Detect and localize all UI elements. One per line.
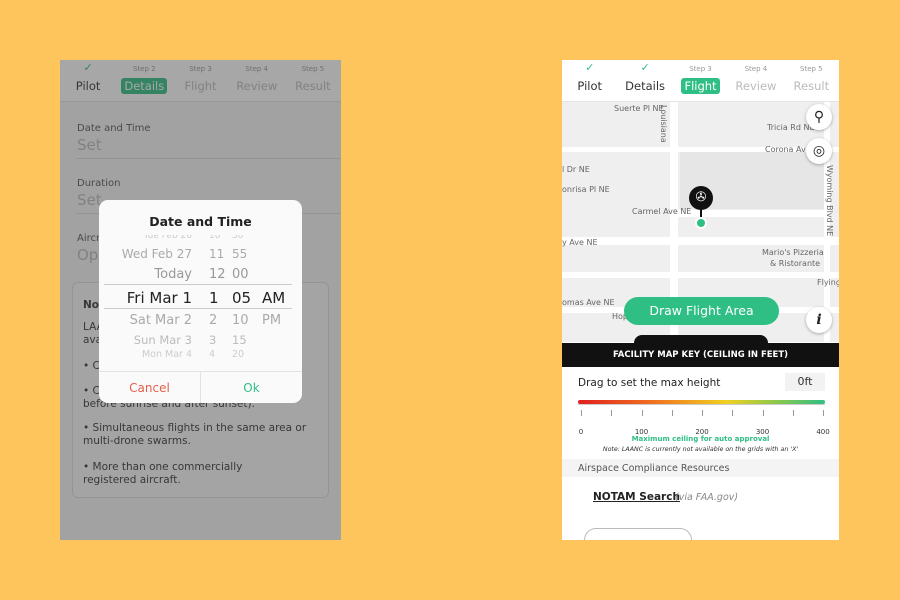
draw-flight-area-button[interactable]: Draw Flight Area [624,297,779,325]
picker-hour: 2 [209,313,218,328]
max-ceiling-label: Maximum ceiling for auto approval [631,435,770,443]
street-label: Wyoming Blvd NE [825,165,834,237]
step-flight[interactable]: Step 3 Flight [673,60,728,101]
drone-pin-icon[interactable]: ✇ [689,186,713,210]
info-icon[interactable]: i [806,307,832,333]
location-dot [695,217,707,229]
picker-row[interactable]: Mon Mar 4 4 20 [99,349,302,367]
checkmark-icon: ✓ [585,61,595,74]
locate-icon[interactable]: ◎ [806,138,832,164]
scale-tick [671,410,673,416]
picker-min: 05 [232,289,252,307]
scale-tick [702,410,703,416]
flight-screen: Suerte Pl NE Louisiana Tricia Rd NE Coro… [562,60,839,540]
step-number: Step 5 [800,65,823,73]
checkmark-icon: ✓ [640,61,650,74]
date-time-wheel[interactable]: Tue Feb 26 10 50 Wed Feb 27 11 55 Today 12 00 Fri… [99,235,302,367]
step-number: Step 4 [744,65,768,73]
picker-hour: 11 [209,247,225,261]
street-label: onrisa Pl NE [562,185,610,194]
facility-map-key-header: FACILITY MAP KEY (CEILING IN FEET) [562,343,839,367]
step-review[interactable]: Step 4 Review [728,60,783,101]
step-pilot[interactable]: ✓ Pilot [562,60,617,101]
street-label: Louisiana [659,105,668,143]
key-panel [562,367,839,540]
picker-min: 20 [232,349,245,360]
scale-tick [823,410,824,416]
step-label: Pilot [577,79,603,93]
picker-day: Sat Mar 2 [129,313,192,328]
step-result[interactable]: Step 5 Result [784,60,839,101]
back-button[interactable] [584,528,692,540]
street-label: Corona Ave [765,145,811,154]
resources-title: Airspace Compliance Resources [578,463,730,474]
scale-tick [792,410,794,416]
picker-hour: 4 [209,349,216,360]
picker-day: Tue Feb 26 [143,235,192,241]
picker-day: Sun Mar 3 [133,333,192,347]
notam-search-link[interactable]: NOTAM Search [593,491,680,503]
height-value[interactable]: 0ft [785,373,825,391]
picker-hour: 3 [209,333,217,347]
picker-ampm: AM [262,289,286,307]
ok-button[interactable]: Ok [201,372,302,403]
scale-tick [732,410,734,416]
picker-row[interactable]: Sat Mar 2 2 10 PM [99,313,302,333]
picker-row[interactable]: Today 12 00 [99,267,302,287]
step-progress: ✓ Pilot ✓ Details Step 3 Flight Step 4 Review St… [562,60,839,102]
laanc-note: Note: LAANC is currently not available o… [602,446,799,453]
picker-hour: 1 [209,289,219,307]
picker-min: 10 [232,313,249,328]
street-label: l Dr NE [562,165,590,174]
scale-tick [641,410,643,416]
picker-day: Mon Mar 4 [141,349,192,360]
details-screen: ✓ Pilot Step 2 Details Step 3 Flight Step 4 Rev… [60,60,341,540]
scale-tick [611,410,613,416]
step-label: Result [793,79,830,93]
step-label: Flight [681,78,720,94]
notam-via: (via FAA.gov) [675,492,739,503]
picker-hour: 12 [209,267,226,282]
picker-min: 15 [232,333,247,347]
picker-min: 00 [232,267,249,282]
picker-hour: 10 [209,235,221,241]
step-number: Step 3 [689,65,712,73]
step-label: Review [735,79,777,93]
picker-day: Today [154,267,192,282]
date-time-picker-dialog: Date and Time Tue Feb 26 10 50 Wed Feb 27 11… [99,200,302,403]
cancel-button[interactable]: Cancel [99,372,201,403]
dialog-title: Date and Time [149,214,252,229]
step-details[interactable]: ✓ Details [617,60,672,101]
picker-row[interactable]: Wed Feb 27 11 55 [99,247,302,267]
picker-min: 55 [232,247,248,261]
picker-ampm: PM [262,313,282,328]
scale-tick [762,410,764,416]
picker-min: 50 [232,235,244,241]
street-label: y Ave NE [562,238,598,247]
picker-row[interactable]: Fri Mar 1 1 05 AM [99,289,302,309]
scale-tick [581,410,582,416]
poi-label: Mario's Pizzeria [762,248,824,257]
poi-label: & Ristorante [770,259,821,268]
step-label: Details [625,79,666,93]
picker-day: Wed Feb 27 [121,247,192,261]
picker-day: Fri Mar 1 [126,289,192,307]
street-label: omas Ave NE [562,298,615,307]
search-icon[interactable]: ⚲ [806,104,832,130]
street-label: Suerte Pl NE [614,104,664,113]
drag-label: Drag to set the max height [578,377,721,389]
street-label: Flying [817,278,839,287]
street-label: Carmel Ave NE [632,207,692,216]
